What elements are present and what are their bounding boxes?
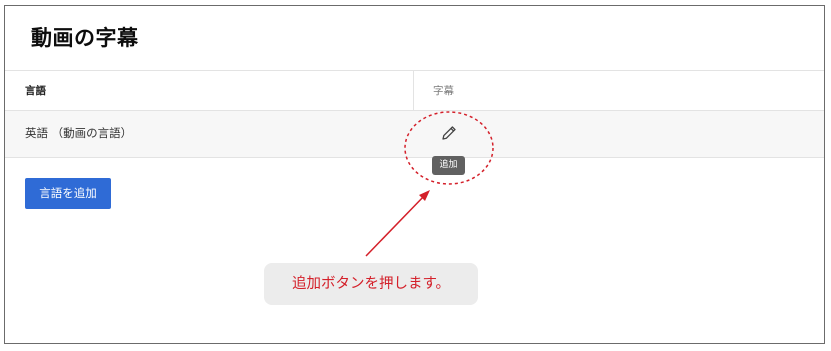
table-header: 言語 字幕 (5, 70, 824, 111)
column-header-subtitles: 字幕 (433, 85, 454, 97)
annotation-callout: 追加ボタンを押します。 (264, 263, 478, 305)
add-tooltip: 追加 (432, 156, 465, 175)
pencil-icon[interactable] (439, 123, 459, 143)
annotation-arrow-line (365, 193, 427, 257)
table-row: 英語 （動画の言語） (5, 111, 824, 158)
add-language-button[interactable]: 言語を追加 (25, 178, 111, 209)
column-divider (413, 71, 414, 111)
subtitles-panel: 動画の字幕 言語 字幕 英語 （動画の言語） 追加 言語を追加 追加ボタンを押し… (4, 5, 825, 344)
row-language-label: 英語 （動画の言語） (25, 126, 133, 140)
annotation-arrow-head (419, 190, 430, 201)
page-title: 動画の字幕 (31, 26, 139, 50)
column-header-language: 言語 (25, 85, 46, 97)
